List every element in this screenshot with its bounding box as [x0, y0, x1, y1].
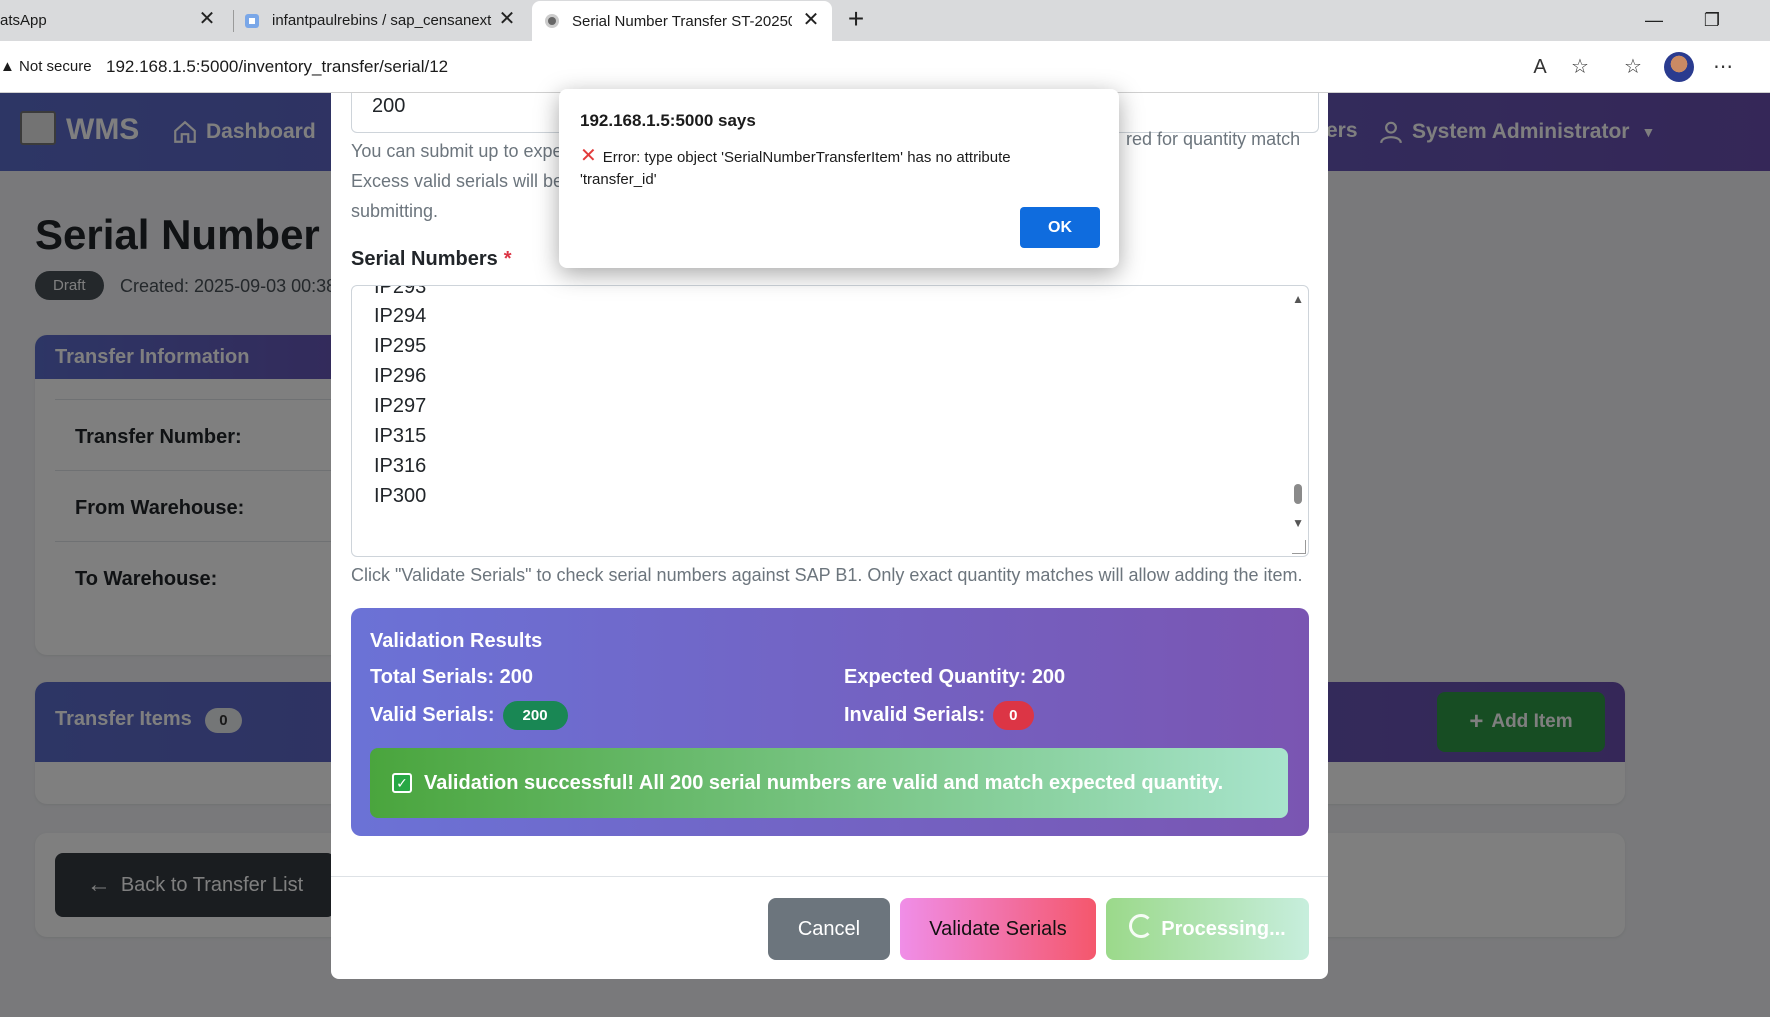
serial-line: IP294: [374, 305, 427, 327]
restore-icon[interactable]: ❐: [1685, 0, 1739, 41]
browser-tab-bar: atsApp ✕ infantpaulrebins / sap_censanex…: [0, 0, 1770, 41]
serial-numbers-label: Serial Numbers *: [351, 248, 512, 271]
modal-footer-divider: [331, 876, 1328, 877]
error-x-icon: ✕: [580, 145, 597, 167]
more-menu-icon[interactable]: ⋯: [1710, 54, 1736, 80]
serial-numbers-textarea[interactable]: IP293 IP294 IP295 IP296 IP297 IP315 IP31…: [351, 285, 1309, 557]
alert-title: 192.168.1.5:5000 says: [580, 111, 756, 130]
required-mark: *: [503, 248, 512, 270]
new-tab-icon[interactable]: +: [840, 4, 872, 36]
tab-title: atsApp: [0, 12, 47, 29]
address-bar: ▲ Not secure 192.168.1.5:5000/inventory_…: [0, 41, 1770, 93]
alert-message: ✕ Error: type object 'SerialNumberTransfe…: [580, 145, 1080, 191]
serial-line: IP297: [374, 395, 427, 417]
validation-results-card: Validation Results Total Serials: 200 Ex…: [351, 608, 1309, 836]
alert-message-text: Error: type object 'SerialNumberTransfer…: [580, 149, 1011, 188]
serial-numbers-label-text: Serial Numbers: [351, 248, 498, 270]
serial-line: IP295: [374, 335, 427, 357]
tab-separator: [233, 10, 234, 32]
url-field[interactable]: 192.168.1.5:5000/inventory_transfer/seri…: [106, 57, 448, 77]
scrollbar-thumb[interactable]: [1294, 484, 1302, 504]
close-icon[interactable]: ✕: [800, 9, 822, 31]
favorite-star-icon[interactable]: ☆: [1567, 54, 1593, 80]
validation-success-alert: ✓ Validation successful! All 200 serial …: [370, 748, 1288, 818]
check-icon: ✓: [392, 773, 412, 793]
tab-whatsapp[interactable]: atsApp ✕: [0, 0, 228, 41]
validate-serials-button[interactable]: Validate Serials: [900, 898, 1096, 960]
tab-serial-transfer[interactable]: Serial Number Transfer ST-20250 ✕: [532, 1, 832, 41]
security-label: Not secure: [19, 58, 92, 75]
site-logo-icon: [545, 14, 559, 28]
validation-title: Validation Results: [370, 630, 543, 652]
processing-label: Processing...: [1161, 917, 1286, 940]
processing-button[interactable]: Processing...: [1106, 898, 1309, 960]
minimize-icon[interactable]: —: [1627, 0, 1681, 41]
serial-line: IP316: [374, 455, 427, 477]
invalid-serials-stat: Invalid Serials: 0: [844, 701, 1034, 730]
close-icon[interactable]: ✕: [496, 8, 518, 30]
quantity-help-text: You can submit up to expec: [351, 141, 572, 161]
favorites-list-icon[interactable]: ☆: [1620, 54, 1646, 80]
profile-avatar[interactable]: [1664, 52, 1694, 82]
github-icon: [245, 13, 259, 28]
success-message: Validation successful! All 200 serial nu…: [424, 771, 1224, 794]
submitting-help-text: submitting.: [351, 201, 439, 221]
expected-quantity: Expected Quantity: 200: [844, 666, 1066, 688]
valid-serials-label: Valid Serials:: [370, 704, 495, 726]
quantity-help-text-right: red for quantity match: [1126, 129, 1301, 149]
serial-line: IP300: [374, 485, 427, 507]
excess-help-text: Excess valid serials will be r: [351, 171, 575, 191]
total-serials: Total Serials: 200: [370, 666, 534, 688]
serial-line: IP293: [374, 285, 427, 298]
ok-button[interactable]: OK: [1020, 207, 1100, 248]
tab-github[interactable]: infantpaulrebins / sap_censanext ✕: [244, 0, 528, 41]
scroll-up-arrow-icon[interactable]: ▲: [1292, 292, 1304, 306]
validate-help-text: Click "Validate Serials" to check serial…: [351, 565, 1303, 585]
tab-title: Serial Number Transfer ST-20250: [572, 12, 792, 30]
spinner-icon: [1129, 914, 1154, 938]
invalid-serials-label: Invalid Serials:: [844, 704, 986, 726]
invalid-count-badge: 0: [993, 701, 1034, 730]
scroll-down-arrow-icon[interactable]: ▼: [1292, 516, 1304, 530]
read-aloud-icon[interactable]: A: [1527, 54, 1553, 80]
valid-count-badge: 200: [502, 701, 568, 730]
resize-handle-icon[interactable]: [1292, 540, 1306, 554]
close-icon[interactable]: ✕: [196, 8, 218, 30]
valid-serials-stat: Valid Serials: 200: [370, 701, 568, 730]
serial-line: IP296: [374, 365, 427, 387]
serial-line: IP315: [374, 425, 427, 447]
browser-alert-dialog: 192.168.1.5:5000 says ✕ Error: type objec…: [559, 89, 1119, 268]
cancel-button[interactable]: Cancel: [768, 898, 890, 960]
security-indicator[interactable]: ▲ Not secure: [0, 58, 92, 75]
tab-title: infantpaulrebins / sap_censanext: [272, 12, 492, 29]
